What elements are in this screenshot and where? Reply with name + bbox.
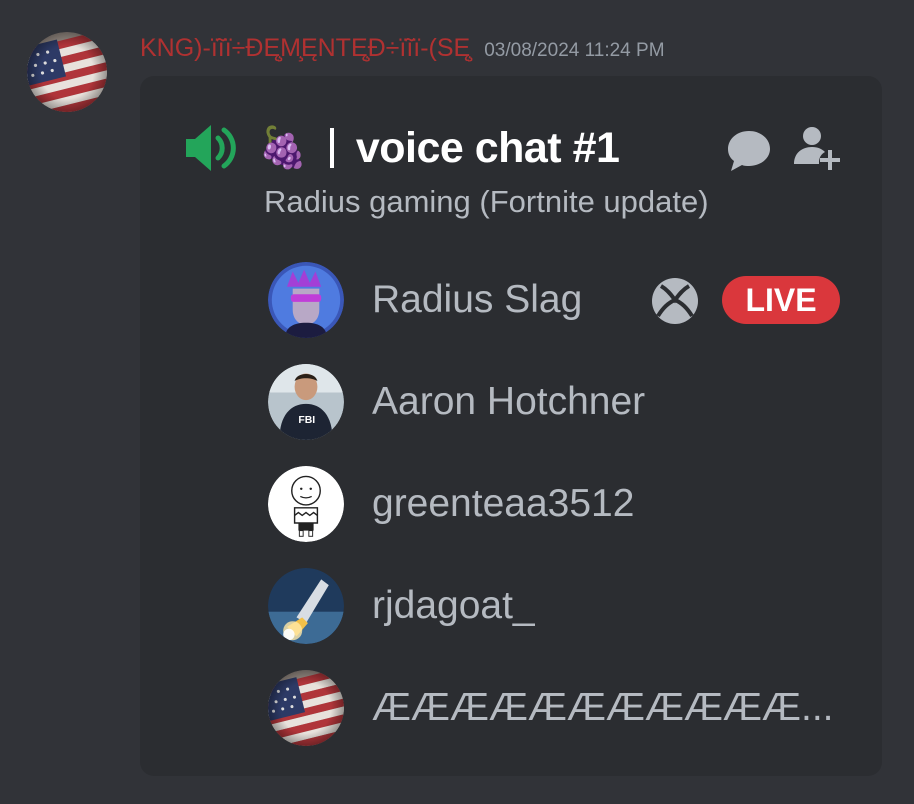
participant-name: Radius Slag bbox=[372, 278, 583, 321]
rocket-launch-avatar-icon bbox=[268, 568, 344, 644]
author-username[interactable]: KNG)-ïĩï÷ĐĘ̧M̧ĘNTĘ̧Đ÷ïĩï-(SĘ̧ bbox=[140, 34, 470, 63]
charlie-brown-avatar-icon bbox=[268, 466, 344, 542]
participant-name: rjdagoat_ bbox=[372, 584, 535, 627]
speaker-icon bbox=[186, 125, 236, 171]
participant-row[interactable]: rjdagoat_ bbox=[268, 568, 858, 644]
channel-title-row[interactable]: 🍇 voice chat #1 bbox=[184, 120, 620, 176]
participant-name: greenteaa3512 bbox=[372, 482, 635, 525]
message-header: KNG)-ïĩï÷ĐĘ̧M̧ĘNTĘ̧Đ÷ïĩï-(SĘ̧ 03/08/2024… bbox=[140, 34, 665, 68]
grapes-emoji: 🍇 bbox=[258, 125, 308, 171]
american-flag-avatar-icon bbox=[268, 670, 344, 746]
live-badge: LIVE bbox=[722, 276, 840, 324]
message-timestamp: 03/08/2024 11:24 PM bbox=[484, 40, 665, 61]
participant-avatar: FBI bbox=[268, 364, 344, 440]
participant-avatar bbox=[268, 568, 344, 644]
voice-channel-embed: 🍇 voice chat #1 Radius gaming (Fortnite … bbox=[140, 76, 882, 776]
participant-list: Radius Slag LIVE FBI Aaron Hotchner gree… bbox=[268, 262, 858, 772]
invite-person-icon[interactable] bbox=[790, 122, 842, 174]
chat-message: KNG)-ïĩï÷ĐĘ̧M̧ĘNTĘ̧Đ÷ïĩï-(SĘ̧ 03/08/2024… bbox=[0, 0, 914, 804]
fbi-agent-avatar-icon: FBI bbox=[268, 364, 344, 440]
american-flag-avatar-icon bbox=[27, 32, 107, 112]
purple-cyberpunk-avatar-icon bbox=[268, 262, 344, 338]
participant-row[interactable]: Radius Slag LIVE bbox=[268, 262, 858, 338]
participant-row[interactable]: greenteaa3512 bbox=[268, 466, 858, 542]
channel-name: voice chat #1 bbox=[355, 123, 620, 172]
chat-icon[interactable] bbox=[726, 128, 772, 174]
title-divider bbox=[329, 128, 334, 168]
participant-avatar bbox=[268, 670, 344, 746]
participant-name: ÆÆÆÆÆÆÆÆÆÆÆ... bbox=[372, 686, 834, 729]
svg-text:FBI: FBI bbox=[298, 415, 315, 426]
channel-description: Radius gaming (Fortnite update) bbox=[264, 184, 709, 219]
participant-avatar bbox=[268, 262, 344, 338]
author-avatar[interactable] bbox=[27, 32, 107, 112]
participant-row[interactable]: FBI Aaron Hotchner bbox=[268, 364, 858, 440]
xbox-icon bbox=[652, 278, 698, 324]
participant-name: Aaron Hotchner bbox=[372, 380, 646, 423]
participant-avatar bbox=[268, 466, 344, 542]
participant-row[interactable]: ÆÆÆÆÆÆÆÆÆÆÆ... bbox=[268, 670, 858, 746]
